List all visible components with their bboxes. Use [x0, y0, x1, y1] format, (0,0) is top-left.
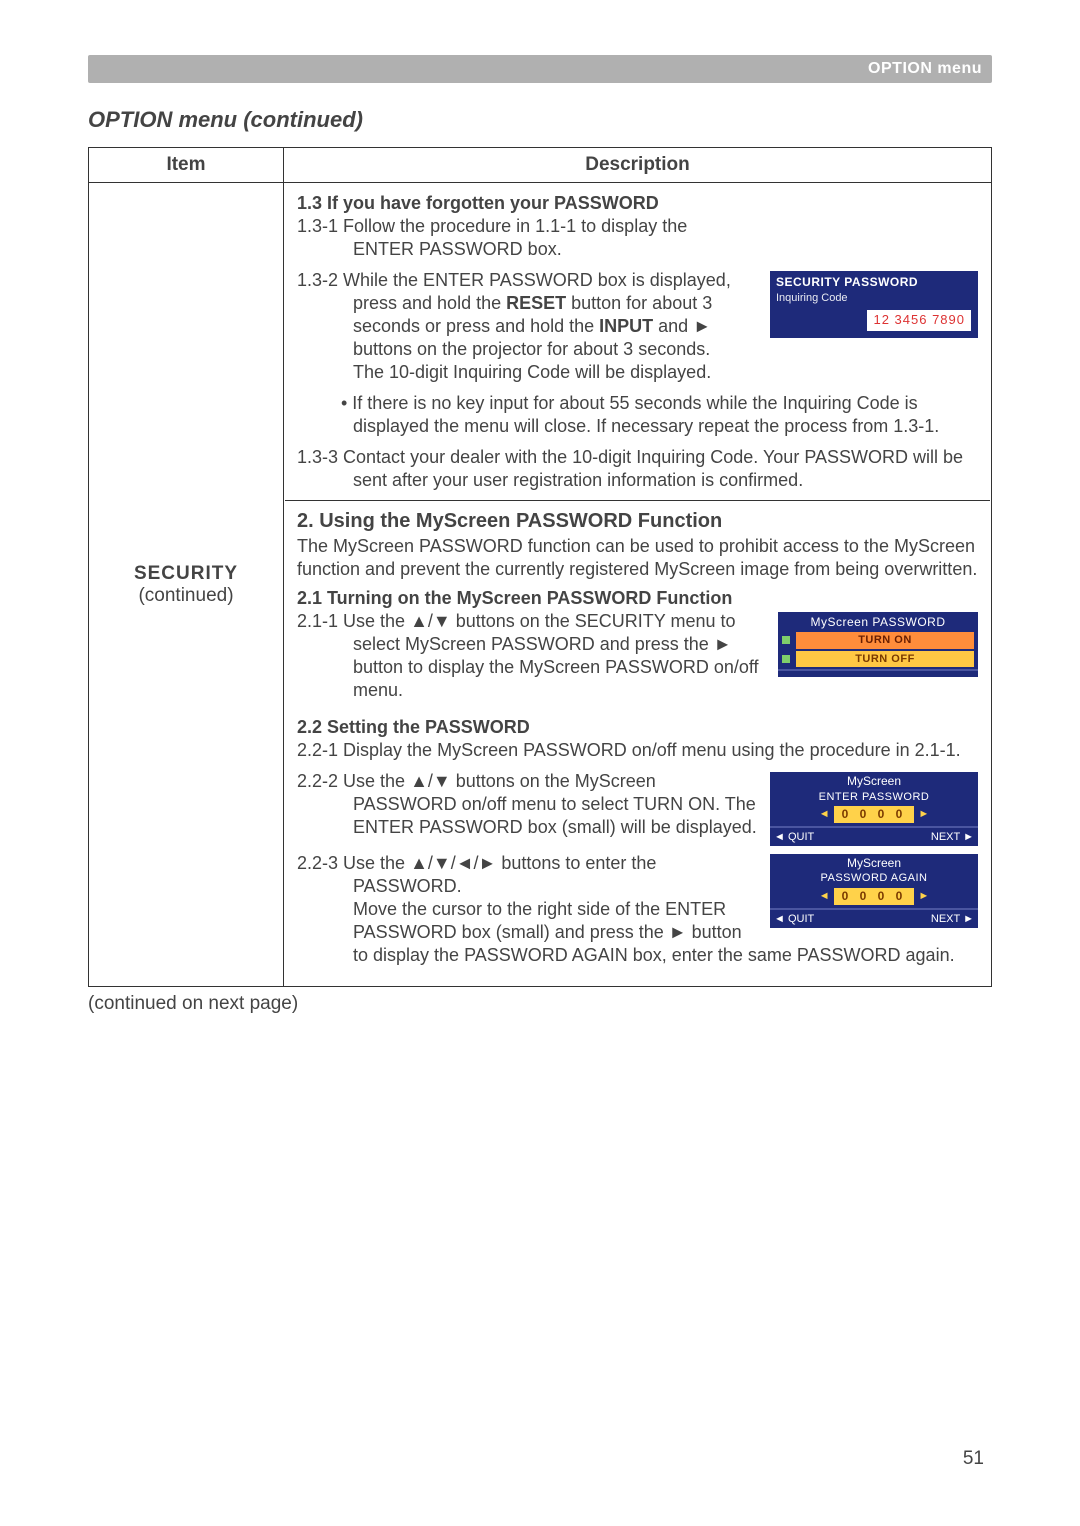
step-2-1-1-block: MyScreen PASSWORD TURN ON TURN OFF 2.1-1… [297, 610, 978, 710]
fig-turn-off: TURN OFF [796, 651, 974, 667]
fig-epw-next: NEXT ► [931, 830, 974, 844]
fig-turn-on: TURN ON [796, 632, 974, 648]
fig-epw-line1: MyScreen [770, 772, 978, 789]
col-item: Item [89, 148, 284, 183]
fig-myscreen-title: MyScreen PASSWORD [778, 612, 978, 632]
step-1-3-2-note: • If there is no key input for about 55 … [297, 392, 978, 438]
page-number: 51 [963, 1448, 984, 1470]
fig-epw-quit: ◄ QUIT [774, 830, 814, 844]
heading-2-1: 2.1 Turning on the MyScreen PASSWORD Fun… [297, 587, 978, 610]
step-2-2-2-block: MyScreen ENTER PASSWORD ◄ 0 0 0 0 ► ◄ QU… [297, 770, 978, 852]
item-cell: SECURITY (continued) [89, 183, 284, 987]
bullet-icon [782, 636, 790, 644]
step-1-3-1: 1.3-1 Follow the procedure in 1.1-1 to d… [297, 215, 978, 261]
step-2-2-3-block: MyScreen PASSWORD AGAIN ◄ 0 0 0 0 ► ◄ QU… [297, 852, 978, 975]
section-title: OPTION menu (continued) [88, 107, 992, 133]
fig-pwa-next: NEXT ► [931, 912, 974, 926]
triangle-right-icon: ► [918, 889, 929, 903]
figure-enter-password: MyScreen ENTER PASSWORD ◄ 0 0 0 0 ► ◄ QU… [770, 772, 978, 846]
fig-epw-digits: 0 0 0 0 [834, 806, 915, 823]
step-2-2-1: 2.2-1 Display the MyScreen PASSWORD on/o… [297, 739, 978, 762]
fig-epw-line2: ENTER PASSWORD [770, 790, 978, 806]
option-table: Item Description SECURITY (continued) 1.… [88, 147, 992, 987]
fig-pwa-digits: 0 0 0 0 [834, 888, 915, 905]
bullet-icon [782, 655, 790, 663]
table-row: SECURITY (continued) 1.3 If you have for… [89, 183, 992, 987]
heading-2: 2. Using the MyScreen PASSWORD Function [297, 509, 978, 535]
heading-2-2: 2.2 Setting the PASSWORD [297, 716, 978, 739]
figure-password-again: MyScreen PASSWORD AGAIN ◄ 0 0 0 0 ► ◄ QU… [770, 854, 978, 928]
col-description: Description [284, 148, 992, 183]
fig-pwa-line1: MyScreen [770, 854, 978, 871]
step-1-3-2-block: SECURITY PASSWORD Inquiring Code 12 3456… [297, 269, 978, 446]
fig-secpass-sub: Inquiring Code [776, 291, 972, 305]
fig-secpass-title: SECURITY PASSWORD [776, 275, 972, 291]
divider [285, 500, 990, 501]
triangle-right-icon: ► [918, 807, 929, 821]
triangle-left-icon: ◄ [819, 807, 830, 821]
table-header-row: Item Description [89, 148, 992, 183]
section-2-intro: The MyScreen PASSWORD function can be us… [297, 535, 978, 581]
figure-myscreen-menu: MyScreen PASSWORD TURN ON TURN OFF [778, 612, 978, 677]
continued-note: (continued on next page) [88, 993, 992, 1015]
fig-pwa-quit: ◄ QUIT [774, 912, 814, 926]
heading-1-3: 1.3 If you have forgotten your PASSWORD [297, 192, 978, 215]
fig-pwa-line2: PASSWORD AGAIN [770, 871, 978, 887]
description-cell: 1.3 If you have forgotten your PASSWORD … [284, 183, 992, 987]
page: OPTION menu OPTION menu (continued) Item… [0, 0, 1080, 1526]
figure-security-password: SECURITY PASSWORD Inquiring Code 12 3456… [770, 271, 978, 338]
item-continued: (continued) [90, 585, 282, 607]
header-title: OPTION menu [868, 60, 982, 78]
fig-secpass-code: 12 3456 7890 [867, 310, 971, 331]
triangle-left-icon: ◄ [819, 889, 830, 903]
item-name: SECURITY [90, 563, 282, 585]
step-1-3-3: 1.3-3 Contact your dealer with the 10-di… [297, 446, 978, 492]
header-bar: OPTION menu [88, 55, 992, 83]
